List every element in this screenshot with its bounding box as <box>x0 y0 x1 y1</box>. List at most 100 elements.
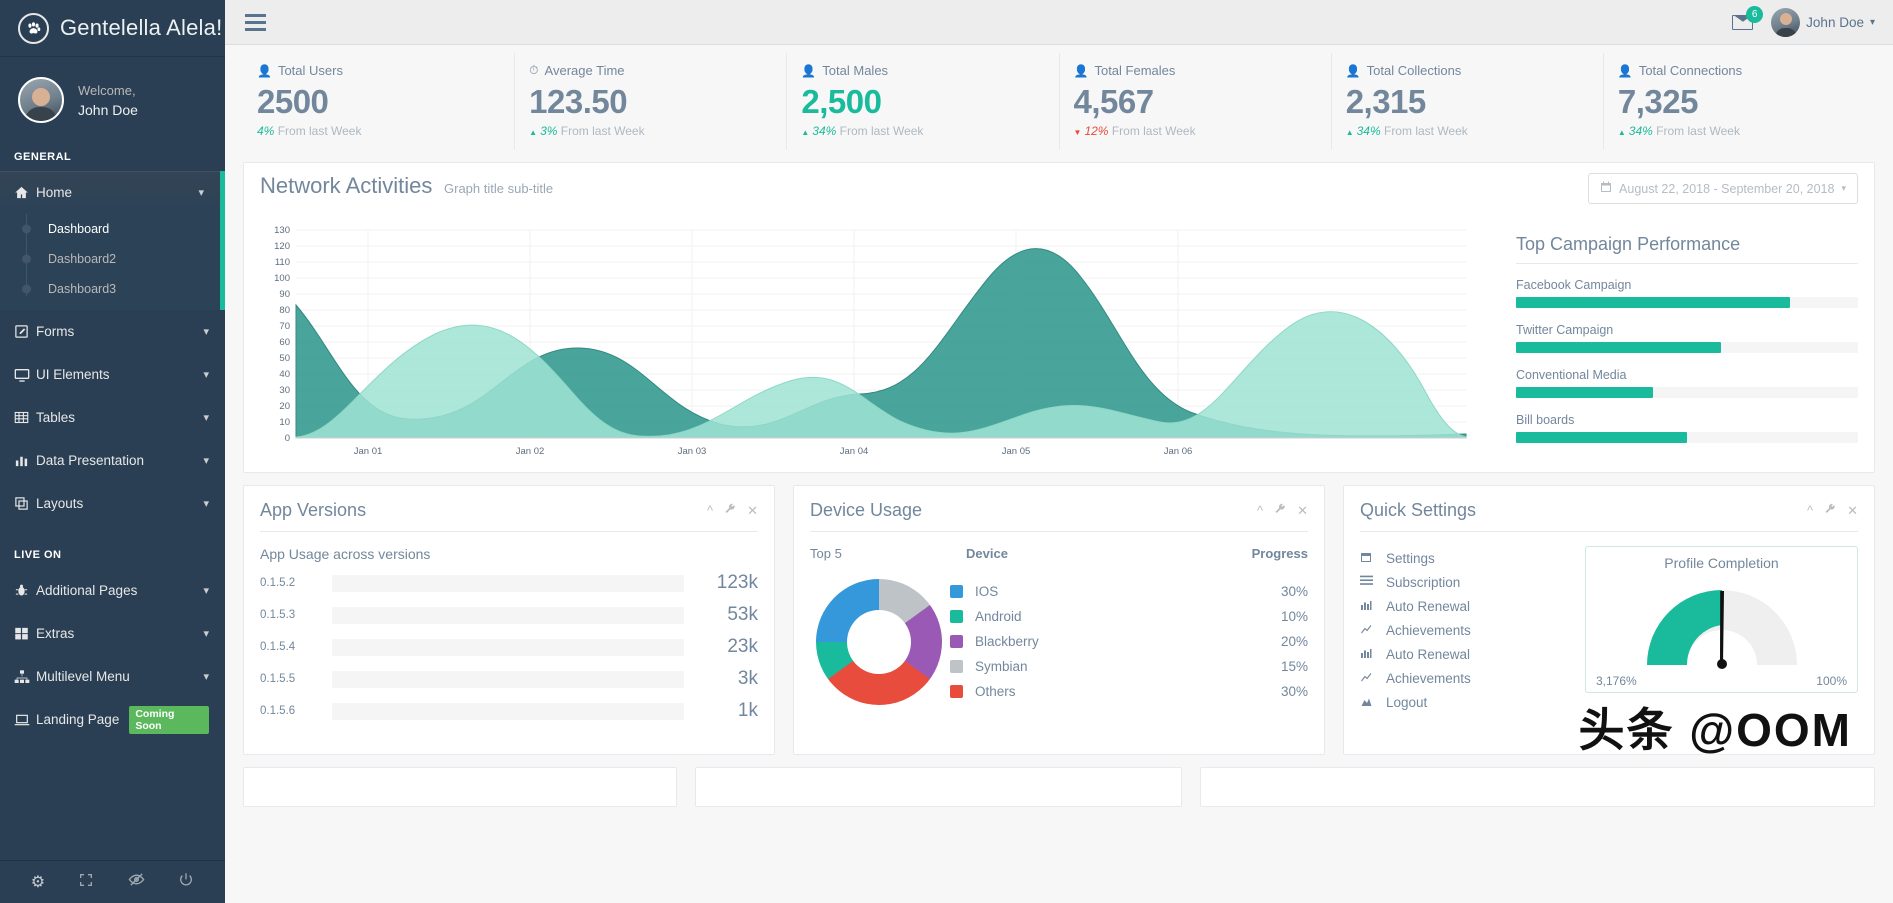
app-version-row: 0.1.5.2 123k <box>260 572 758 594</box>
top-campaign-performance: Top Campaign Performance Facebook Campai… <box>1492 216 1858 458</box>
wrench-icon[interactable] <box>724 503 736 519</box>
sidebar-item-tables[interactable]: Tables ▾ <box>0 396 225 439</box>
collapse-icon[interactable]: ^ <box>1807 503 1813 519</box>
tile-total-females: 👤 Total Females 4,567 12% From last Week <box>1058 53 1331 150</box>
svg-text:Jan 02: Jan 02 <box>516 446 545 457</box>
tile-sub: 34% From last Week <box>801 124 1058 138</box>
sidebar-item-label: Extras <box>36 626 75 641</box>
hamburger-icon[interactable] <box>245 13 266 31</box>
svg-text:40: 40 <box>279 369 290 380</box>
svg-text:30: 30 <box>279 385 290 396</box>
chevron-down-icon: ▾ <box>203 498 209 510</box>
widget-title: Device Usage <box>810 500 923 520</box>
app-version-name: 0.1.5.2 <box>260 577 296 589</box>
brand[interactable]: Gentelella Alela! <box>0 0 225 57</box>
quick-settings-widget: Quick Settings ^ ✕ Settings Subscription… <box>1343 485 1875 756</box>
sidebar-item-home[interactable]: Home ▾ <box>0 171 225 214</box>
collapse-icon[interactable]: ^ <box>1257 503 1263 519</box>
sidebar-item-label: Forms <box>36 324 75 339</box>
quick-settings-item-settings[interactable]: Settings <box>1360 546 1575 570</box>
gauge-min-label: 3,176% <box>1596 674 1637 688</box>
device-color-swatch <box>950 610 963 623</box>
device-row: Android 10% <box>950 604 1308 629</box>
messages-button[interactable]: 6 <box>1732 5 1764 30</box>
device-row: Others 30% <box>950 679 1308 704</box>
quick-settings-item-achievements[interactable]: Achievements <box>1360 618 1575 642</box>
welcome-label: Welcome, <box>78 82 136 98</box>
bar-chart-icon <box>14 453 36 468</box>
app-root: Gentelella Alela! Welcome, John Doe GENE… <box>0 0 1893 903</box>
svg-text:60: 60 <box>279 337 290 348</box>
quick-settings-item-auto-renewal[interactable]: Auto Renewal <box>1360 594 1575 618</box>
widgets-row: App Versions ^ ✕ App Usage across versio… <box>243 485 1875 756</box>
svg-text:100: 100 <box>274 273 290 284</box>
svg-text:Jan 04: Jan 04 <box>840 446 869 457</box>
tile-value: 4,567 <box>1073 83 1155 120</box>
user-icon: 👤 <box>1073 63 1089 78</box>
sidebar-item-dashboard2[interactable]: Dashboard2 <box>0 244 220 274</box>
tile-pct: 34% <box>801 124 836 138</box>
sidebar-item-label: Additional Pages <box>36 583 138 598</box>
quick-settings-item-subscription[interactable]: Subscription <box>1360 570 1575 594</box>
quick-settings-item-achievements-2[interactable]: Achievements <box>1360 666 1575 690</box>
campaign-progress-fill <box>1516 342 1722 353</box>
table-icon <box>14 410 36 425</box>
sidebar-item-label: Home <box>36 185 73 200</box>
topnav-user-name: John Doe <box>1806 14 1864 30</box>
sidebar-item-ui-elements[interactable]: UI Elements ▾ <box>0 353 225 396</box>
daterange-picker[interactable]: August 22, 2018 - September 20, 2018 ▾ <box>1588 173 1858 204</box>
sidebar-item-additional-pages[interactable]: Additional Pages ▾ <box>0 569 225 612</box>
svg-text:50: 50 <box>279 353 290 364</box>
app-version-value: 1k <box>737 700 758 721</box>
close-icon[interactable]: ✕ <box>747 503 758 519</box>
quick-settings-label: Auto Renewal <box>1386 598 1471 614</box>
sidebar-item-extras[interactable]: Extras ▾ <box>0 612 225 655</box>
tile-header: 👤 Total Females <box>1074 63 1331 78</box>
profile-completion-gauge: Profile Completion 3,176% 100% <box>1585 546 1858 693</box>
quick-settings-item-auto-renewal-2[interactable]: Auto Renewal <box>1360 642 1575 666</box>
campaign-progress-fill <box>1516 432 1687 443</box>
tile-pct: 34% <box>1618 124 1653 138</box>
stat-tiles: 👤 Total Users 2500 4% From last Week ⏱ A… <box>243 45 1875 150</box>
sidebar-item-multilevel-menu[interactable]: Multilevel Menu ▾ <box>0 655 225 698</box>
device-usage-widget: Device Usage ^ ✕ Top 5 Device Progress I… <box>793 485 1325 755</box>
bar-chart-icon <box>1360 599 1376 614</box>
gauge-title: Profile Completion <box>1664 555 1779 571</box>
tile-total-males: 👤 Total Males 2,500 34% From last Week <box>786 53 1058 150</box>
gear-icon[interactable]: ⚙ <box>31 872 45 892</box>
sidebar-item-landing-page[interactable]: Landing Page Coming Soon <box>0 698 225 741</box>
campaign-progress-fill <box>1516 387 1653 398</box>
close-icon[interactable]: ✕ <box>1297 503 1308 519</box>
tile-header: 👤 Total Connections <box>1618 63 1875 78</box>
power-off-icon[interactable] <box>178 872 194 893</box>
eye-slash-icon[interactable] <box>128 871 145 893</box>
tile-value: 7,325 <box>1617 83 1699 120</box>
sidebar-item-label: Tables <box>36 410 76 425</box>
sidebar-item-data-presentation[interactable]: Data Presentation ▾ <box>0 439 225 482</box>
svg-text:110: 110 <box>275 257 290 268</box>
close-icon[interactable]: ✕ <box>1847 503 1858 519</box>
sidebar-item-layouts[interactable]: Layouts ▾ <box>0 482 225 525</box>
sidebar-item-dashboard3[interactable]: Dashboard3 <box>0 274 220 304</box>
wrench-icon[interactable] <box>1824 503 1836 519</box>
campaign-progress-track <box>1516 387 1858 398</box>
gauge-max-label: 100% <box>1816 674 1847 688</box>
tile-sub-label: From last Week <box>839 124 924 138</box>
fullscreen-icon[interactable] <box>78 872 94 893</box>
quick-settings-item-logout[interactable]: Logout <box>1360 690 1575 714</box>
tile-pct: 4% <box>257 124 275 138</box>
svg-text:Jan 06: Jan 06 <box>1164 446 1193 457</box>
laptop-icon <box>14 712 36 728</box>
sidebar-item-label: Multilevel Menu <box>36 669 130 684</box>
sidebar-item-forms[interactable]: Forms ▾ <box>0 310 225 353</box>
windows-icon <box>14 626 36 641</box>
app-version-row: 0.1.5.4 23k <box>260 636 758 658</box>
collapse-icon[interactable]: ^ <box>707 503 713 519</box>
quick-settings-label: Subscription <box>1386 574 1461 590</box>
wrench-icon[interactable] <box>1274 503 1286 519</box>
sidebar-item-dashboard[interactable]: Dashboard <box>0 214 220 244</box>
clone-icon <box>14 496 36 511</box>
device-progress: 15% <box>1280 659 1308 674</box>
campaign-progress-track <box>1516 432 1858 443</box>
user-menu[interactable]: John Doe ▾ <box>1771 7 1875 37</box>
